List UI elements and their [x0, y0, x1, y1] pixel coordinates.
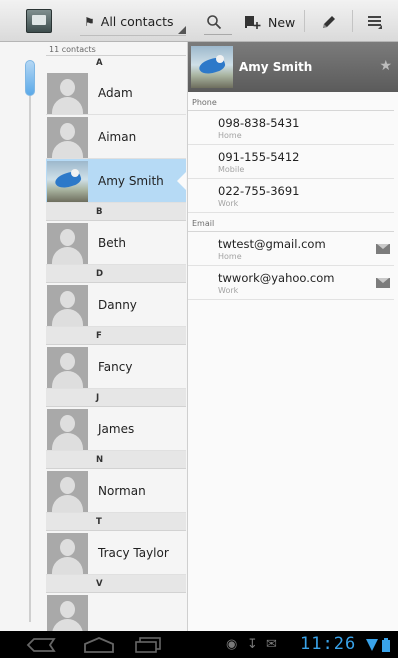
overflow-menu-button[interactable]	[358, 8, 392, 36]
email-address: twtest@gmail.com	[218, 237, 326, 251]
phone-entry[interactable]: 091-155-5412 Mobile	[188, 145, 394, 179]
contact-detail-pane: Amy Smith ★ Phone 098-838-5431 Home 091-…	[187, 42, 398, 631]
contact-name: Norman	[98, 483, 146, 498]
avatar	[47, 116, 88, 158]
phone-type: Home	[218, 131, 242, 140]
avatar	[47, 72, 88, 114]
status-clock: 11:26	[300, 634, 357, 654]
list-item[interactable]: Tracy Taylor	[46, 531, 186, 575]
contact-name: Danny	[98, 297, 137, 312]
search-icon	[207, 15, 222, 30]
back-icon	[26, 637, 56, 652]
section-header: D	[46, 265, 186, 283]
action-divider	[304, 10, 305, 32]
phone-number: 091-155-5412	[218, 150, 300, 164]
phone-number: 098-838-5431	[218, 116, 300, 130]
section-header: B	[46, 203, 186, 221]
phone-group-label: Phone	[188, 92, 394, 111]
gmail-icon: ✉	[266, 637, 277, 652]
contact-name: Aiman	[98, 129, 137, 144]
contact-detail-header: Amy Smith ★	[188, 42, 398, 92]
search-button[interactable]	[196, 8, 232, 36]
contact-count: 11 contacts	[46, 42, 186, 56]
email-entry[interactable]: twtest@gmail.com Home	[188, 232, 394, 266]
system-bar: ◉ ↧ ✉ 11:26	[0, 631, 398, 658]
email-group-label: Email	[188, 213, 394, 232]
contact-photo[interactable]	[191, 46, 233, 88]
back-button[interactable]	[22, 635, 62, 654]
fast-scroll-thumb[interactable]	[25, 60, 35, 96]
section-header: J	[46, 389, 186, 407]
dropdown-arrow-icon	[178, 26, 186, 34]
action-divider	[352, 10, 353, 32]
contact-detail-name: Amy Smith	[239, 60, 313, 74]
avatar	[47, 470, 88, 512]
section-header: F	[46, 327, 186, 345]
list-item[interactable]	[46, 593, 186, 631]
contact-name: Amy Smith	[98, 173, 164, 188]
phone-type: Mobile	[218, 165, 245, 174]
recent-apps-button[interactable]	[128, 635, 168, 654]
account-filter-spinner[interactable]: ⚑ All contacts	[80, 8, 186, 36]
home-button[interactable]	[76, 635, 122, 654]
list-item[interactable]: Aiman	[46, 115, 186, 159]
battery-icon	[382, 638, 390, 652]
list-item[interactable]: Norman	[46, 469, 186, 513]
list-item-selected[interactable]: Amy Smith	[46, 159, 186, 203]
section-header: N	[46, 451, 186, 469]
add-contact-icon	[245, 16, 261, 29]
contact-name: Tracy Taylor	[98, 545, 169, 560]
avatar	[47, 532, 88, 574]
email-entry[interactable]: twwork@yahoo.com Work	[188, 266, 394, 300]
contact-name: James	[98, 421, 135, 436]
new-contact-label: New	[268, 14, 296, 30]
action-bar: ⚑ All contacts New	[0, 0, 398, 42]
wifi-icon	[366, 639, 378, 651]
avatar	[47, 284, 88, 326]
list-item[interactable]: Beth	[46, 221, 186, 265]
avatar	[47, 346, 88, 388]
phone-number: 022-755-3691	[218, 184, 300, 198]
selection-pointer	[177, 171, 186, 191]
send-email-icon[interactable]	[376, 244, 390, 254]
send-email-icon[interactable]	[376, 278, 390, 288]
edit-contact-button[interactable]	[312, 8, 346, 36]
section-header: T	[46, 513, 186, 531]
phone-entry[interactable]: 098-838-5431 Home	[188, 111, 394, 145]
home-icon	[84, 636, 114, 653]
phone-type: Work	[218, 199, 239, 208]
android-debug-icon: ◉	[226, 637, 238, 652]
overflow-menu-icon	[368, 16, 382, 29]
section-header: A	[96, 58, 103, 68]
contacts-app-icon[interactable]	[26, 9, 52, 33]
list-item[interactable]: Danny	[46, 283, 186, 327]
list-item[interactable]: Fancy	[46, 345, 186, 389]
list-item[interactable]: Adam	[46, 71, 186, 115]
list-item[interactable]: James	[46, 407, 186, 451]
usb-icon: ↧	[247, 637, 258, 652]
email-type: Home	[218, 252, 242, 261]
avatar	[47, 594, 88, 631]
contact-name: Adam	[98, 85, 133, 100]
contact-name: Beth	[98, 235, 126, 250]
contact-list[interactable]: 11 contacts A Adam Aiman Amy Smith B Bet…	[46, 42, 186, 631]
contacts-group-icon: ⚑	[84, 14, 95, 29]
fast-scroll-track[interactable]	[29, 62, 31, 622]
recent-apps-icon	[135, 636, 161, 653]
avatar-photo	[47, 160, 88, 202]
account-filter-label: All contacts	[100, 14, 174, 29]
contact-name: Fancy	[98, 359, 133, 374]
section-header: V	[46, 575, 186, 593]
email-type: Work	[218, 286, 239, 295]
avatar	[47, 222, 88, 264]
new-contact-button[interactable]: New	[244, 8, 300, 36]
search-underline	[204, 34, 232, 35]
favorite-star-icon[interactable]: ★	[379, 58, 392, 74]
edit-icon	[323, 16, 335, 28]
avatar	[47, 408, 88, 450]
phone-entry[interactable]: 022-755-3691 Work	[188, 179, 394, 213]
email-address: twwork@yahoo.com	[218, 271, 335, 285]
